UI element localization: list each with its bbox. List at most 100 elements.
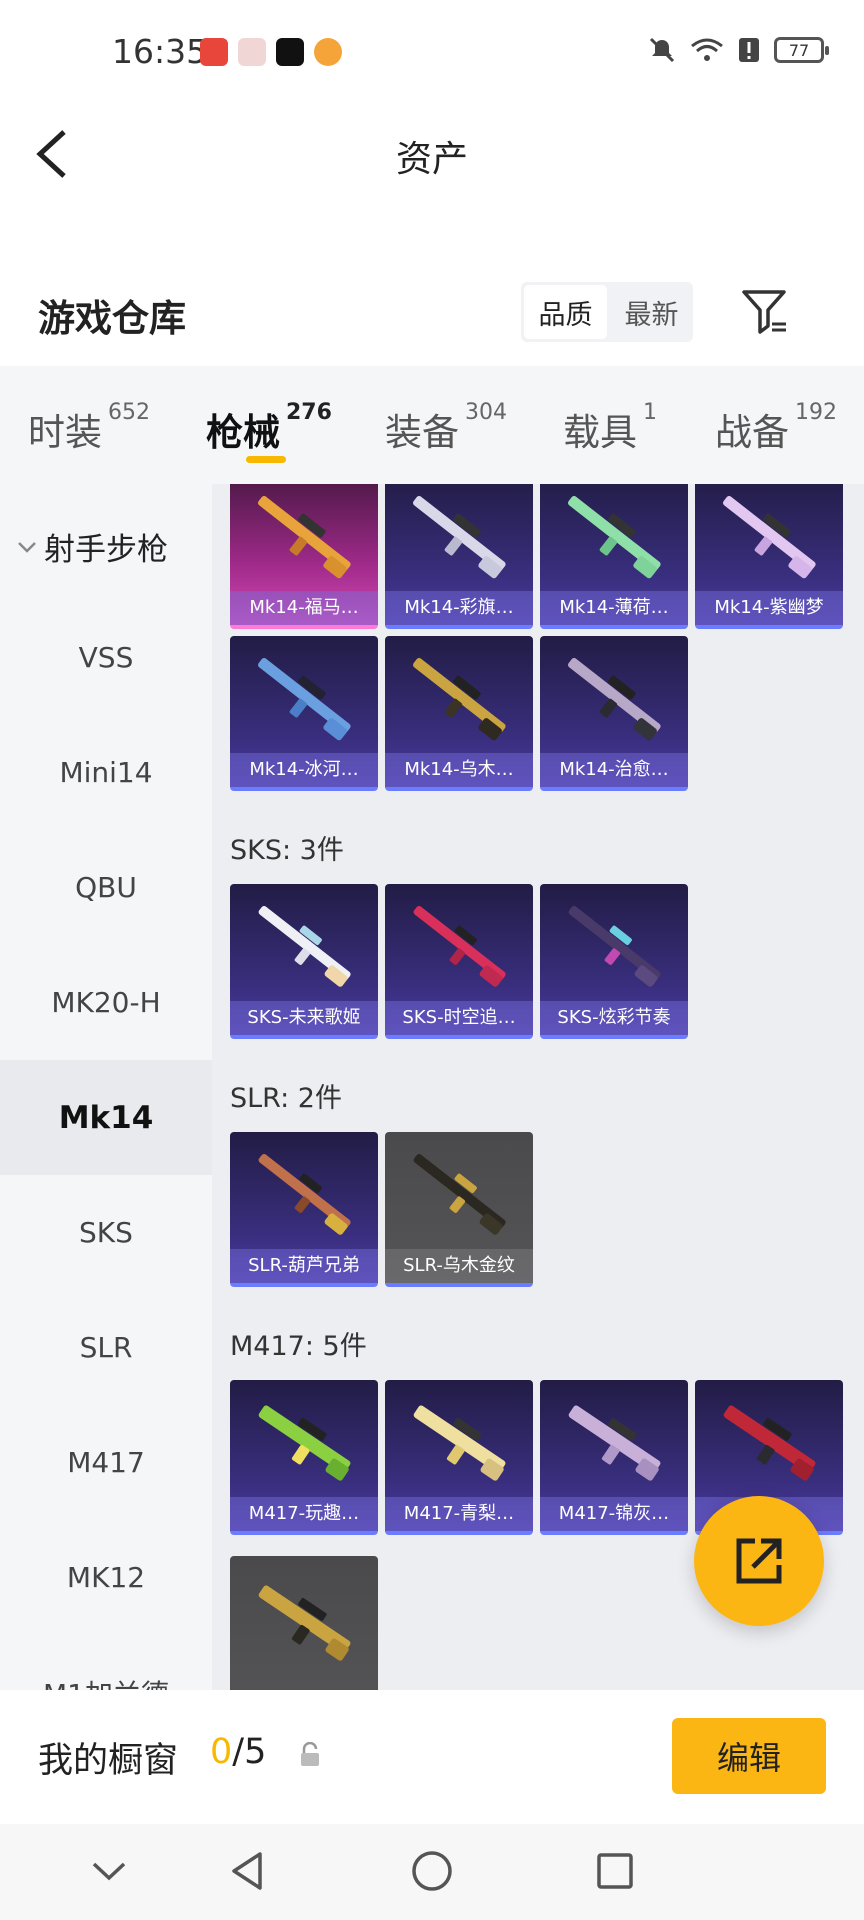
item-name: SKS-时空追…: [385, 1001, 533, 1035]
group-label-sks: SKS: 3件: [230, 835, 344, 866]
sort-toggle: 品质 最新: [521, 282, 693, 342]
sidebar-item-qbu[interactable]: QBU: [0, 830, 212, 945]
sidebar-group-label: 射手步枪: [44, 532, 168, 568]
item-card[interactable]: SLR-葫芦兄弟: [230, 1132, 378, 1287]
sidebar-item-mini14[interactable]: Mini14: [0, 715, 212, 830]
tab-guns[interactable]: 枪械 276: [206, 400, 332, 456]
rifle-icon: [413, 1154, 506, 1235]
showcase-total: /5: [232, 1732, 267, 1772]
rifle-icon: [568, 658, 661, 741]
tab-count: 192: [795, 400, 837, 425]
battery-icon: 77: [774, 37, 829, 63]
app-icon: [314, 38, 342, 66]
item-card[interactable]: Mk14-福马…: [230, 484, 378, 629]
rifle-icon: [413, 658, 506, 741]
rifle-icon: [723, 496, 816, 579]
item-name: Mk14-彩旗…: [385, 591, 533, 625]
sidebar-item-sks[interactable]: SKS: [0, 1175, 212, 1290]
item-name: Mk14-乌木…: [385, 753, 533, 787]
item-card[interactable]: SKS-时空追…: [385, 884, 533, 1039]
tab-count: 1: [643, 400, 657, 425]
showcase-bar: 我的橱窗 0/5 编辑: [0, 1690, 864, 1824]
item-card[interactable]: Mk14-冰河…: [230, 636, 378, 791]
sort-newest-button[interactable]: 最新: [610, 282, 693, 342]
share-button[interactable]: [694, 1496, 824, 1626]
tab-label: 装备: [385, 411, 459, 454]
alert-icon: [739, 38, 759, 62]
sidebar-item-mk14[interactable]: Mk14: [0, 1060, 212, 1175]
tab-label: 载具: [563, 411, 637, 454]
sort-quality-button[interactable]: 品质: [524, 285, 607, 339]
lock-icon: [301, 1742, 319, 1766]
tab-vehicles[interactable]: 载具 1: [563, 400, 657, 456]
item-name: M417-玩趣…: [230, 1497, 378, 1531]
rifle-icon: [568, 496, 661, 579]
screen: 16:35 77 资产 游戏仓库 品质 最新 时装 652 枪械 276 装备 …: [0, 0, 864, 1920]
item-card[interactable]: Mk14-紫幽梦: [695, 484, 843, 629]
sidebar-item-mk20h[interactable]: MK20-H: [0, 945, 212, 1060]
item-card[interactable]: Mk14-薄荷…: [540, 484, 688, 629]
item-card[interactable]: [230, 1556, 378, 1690]
sidebar-group-marksman[interactable]: 射手步枪: [16, 524, 168, 569]
status-bar: 16:35 77: [0, 0, 864, 104]
item-card[interactable]: Mk14-彩旗…: [385, 484, 533, 629]
warehouse-header: 游戏仓库 品质 最新: [0, 270, 864, 366]
item-name: Mk14-治愈…: [540, 753, 688, 787]
notification-icons: [200, 38, 342, 66]
tab-fashion[interactable]: 时装 652: [28, 400, 150, 456]
tab-label: 时装: [28, 411, 102, 454]
status-time: 16:35: [112, 32, 208, 71]
item-card[interactable]: SKS-炫彩节奏: [540, 884, 688, 1039]
huawei-app-icon: [200, 38, 228, 66]
item-card[interactable]: Mk14-治愈…: [540, 636, 688, 791]
mute-icon: [649, 37, 675, 63]
group-label-m417: M417: 5件: [230, 1331, 367, 1362]
tab-count: 652: [108, 400, 150, 425]
warehouse-title: 游戏仓库: [38, 297, 186, 340]
item-card[interactable]: M417-玩趣…: [230, 1380, 378, 1535]
rifle-icon: [258, 906, 351, 987]
sidebar-item-vss[interactable]: VSS: [0, 600, 212, 715]
group-label-slr: SLR: 2件: [230, 1083, 342, 1114]
rifle-icon: [258, 1154, 351, 1235]
rifle-icon: [258, 658, 351, 741]
sidebar-item-m1garand[interactable]: M1加兰德: [0, 1635, 212, 1691]
item-name: Mk14-紫幽梦: [695, 591, 843, 625]
sidebar-item-mk12[interactable]: MK12: [0, 1520, 212, 1635]
item-name: SKS-炫彩节奏: [540, 1001, 688, 1035]
chevron-down-icon[interactable]: [84, 1846, 134, 1896]
showcase-count: 0/5: [210, 1732, 266, 1772]
rifle-icon: [258, 1585, 351, 1661]
nav-recents-icon[interactable]: [590, 1846, 640, 1896]
nav-back-icon[interactable]: [222, 1846, 272, 1896]
tiktok-icon: [276, 38, 304, 66]
item-name: SLR-乌木金纹: [385, 1249, 533, 1283]
tab-equipment[interactable]: 装备 304: [385, 400, 507, 456]
category-tabs: 时装 652 枪械 276 装备 304 载具 1 战备 192: [0, 366, 864, 484]
nav-home-icon[interactable]: [407, 1846, 457, 1896]
weapon-sidebar: 射手步枪 VSS Mini14 QBU MK20-H Mk14 SKS SLR …: [0, 484, 212, 1690]
item-card[interactable]: Mk14-乌木…: [385, 636, 533, 791]
rifle-icon: [258, 1405, 351, 1481]
filter-icon[interactable]: [740, 286, 788, 336]
edit-button[interactable]: 编辑: [672, 1718, 826, 1794]
item-card[interactable]: SKS-未来歌姬: [230, 884, 378, 1039]
chevron-down-icon: [18, 541, 36, 553]
item-name: M417-青梨…: [385, 1497, 533, 1531]
sidebar-item-slr[interactable]: SLR: [0, 1290, 212, 1405]
sidebar-item-m417[interactable]: M417: [0, 1405, 212, 1520]
item-name: Mk14-福马…: [230, 591, 378, 625]
item-card[interactable]: M417-锦灰…: [540, 1380, 688, 1535]
showcase-label: 我的橱窗: [38, 1741, 179, 1781]
item-name: Mk14-冰河…: [230, 753, 378, 787]
tab-supplies[interactable]: 战备 192: [715, 400, 837, 456]
box-app-icon: [238, 38, 266, 66]
tab-count: 304: [465, 400, 507, 425]
rifle-icon: [258, 496, 351, 579]
item-card[interactable]: SLR-乌木金纹: [385, 1132, 533, 1287]
top-header: 资产: [0, 104, 864, 204]
item-card[interactable]: M417-青梨…: [385, 1380, 533, 1535]
item-name: Mk14-薄荷…: [540, 591, 688, 625]
rifle-icon: [413, 1405, 506, 1481]
item-name: SKS-未来歌姬: [230, 1001, 378, 1035]
